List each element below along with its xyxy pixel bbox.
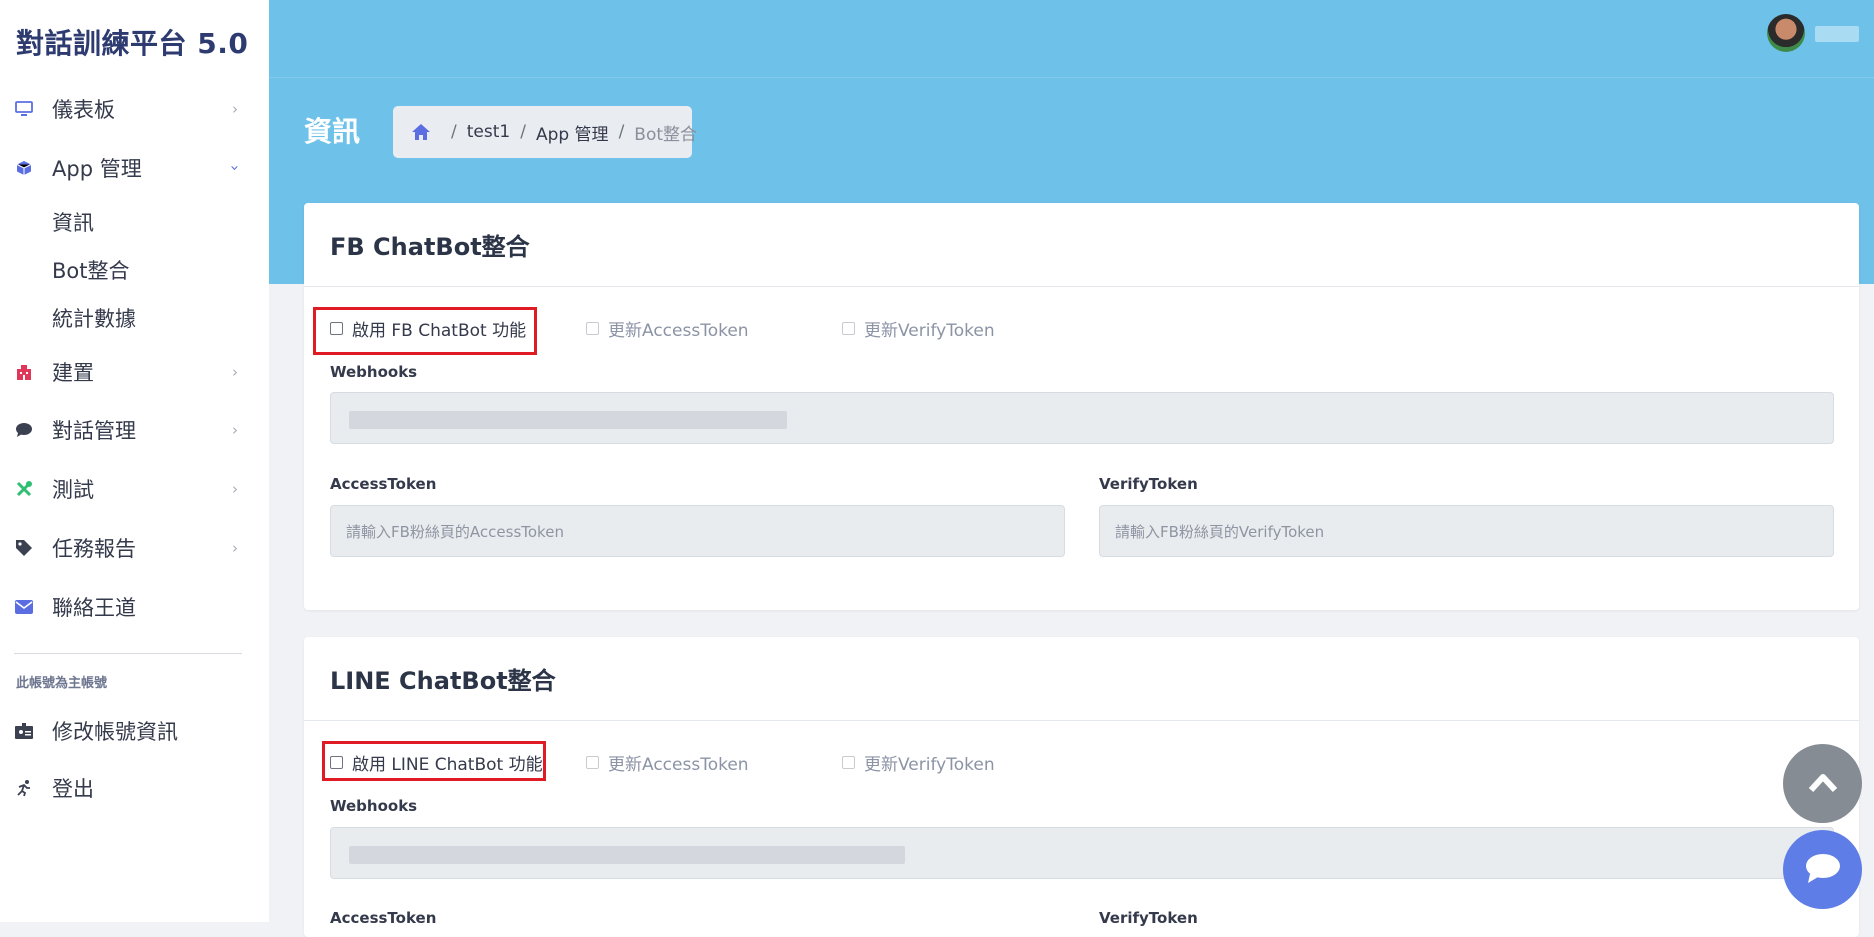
sidebar-item-dashboard[interactable]: 儀表板 › [0, 87, 269, 131]
sidebar-subitem-statistics[interactable]: 統計數據 [52, 303, 136, 333]
sidebar-item-app-management[interactable]: App 管理 › [0, 146, 269, 190]
scroll-to-top-button[interactable] [1783, 744, 1862, 823]
breadcrumb-item[interactable]: test1 [467, 122, 510, 142]
breadcrumb-separator: / [618, 122, 625, 142]
sidebar-item-logout[interactable]: 登出 [0, 766, 269, 810]
fb-chatbot-card: FB ChatBot整合 啟用 FB ChatBot 功能 更新AccessTo… [304, 203, 1859, 610]
home-icon[interactable] [411, 123, 431, 141]
breadcrumb-separator: / [451, 122, 457, 142]
sidebar-divider [14, 653, 242, 654]
fb-update-verify-token-checkbox[interactable] [842, 322, 855, 335]
chevron-right-icon: › [232, 539, 238, 557]
sidebar-item-label: 建置 [52, 361, 94, 385]
fb-verify-token-input[interactable]: 請輸入FB粉絲頁的VerifyToken [1099, 505, 1834, 557]
id-card-icon [14, 721, 34, 741]
monitor-icon [14, 99, 34, 119]
chat-button[interactable] [1783, 830, 1862, 909]
chevron-up-icon [1808, 771, 1838, 797]
redacted-value [349, 846, 905, 864]
sidebar: 對話訓練平台 5.0 儀表板 › App 管理 › 資訊 Bot整合 統計數據 … [0, 0, 269, 922]
chat-bubble-icon [1804, 852, 1842, 888]
line-enable-checkbox[interactable] [330, 756, 343, 769]
envelope-icon [14, 597, 34, 617]
checkbox-label: 啟用 LINE ChatBot 功能 [352, 755, 543, 775]
sidebar-item-label: 儀表板 [52, 98, 115, 122]
top-bar [269, 0, 1874, 78]
fb-update-access-token-row[interactable]: 更新AccessToken [586, 316, 749, 341]
access-token-label: AccessToken [330, 475, 437, 493]
running-icon [14, 778, 34, 798]
sidebar-item-build[interactable]: 建置 › [0, 350, 269, 394]
card-title: LINE ChatBot整合 [330, 667, 556, 695]
line-webhooks-field[interactable] [330, 827, 1834, 879]
checkbox-label: 更新AccessToken [608, 321, 749, 341]
line-enable-checkbox-row[interactable]: 啟用 LINE ChatBot 功能 [330, 750, 543, 775]
chevron-right-icon: › [232, 421, 238, 439]
sidebar-item-label: App 管理 [52, 157, 142, 181]
line-update-access-token-row[interactable]: 更新AccessToken [586, 750, 749, 775]
card-header: LINE ChatBot整合 [304, 637, 1859, 721]
sidebar-item-label: 聯絡王道 [52, 596, 136, 620]
chevron-right-icon: › [232, 100, 238, 118]
webhooks-label: Webhooks [330, 797, 418, 815]
checkbox-label: 更新VerifyToken [864, 755, 995, 775]
breadcrumb-separator: / [520, 122, 526, 142]
sidebar-item-label: 測試 [52, 478, 94, 502]
chevron-right-icon: › [232, 363, 238, 381]
sidebar-item-contact[interactable]: 聯絡王道 [0, 585, 269, 629]
verify-token-label: VerifyToken [1099, 909, 1198, 927]
user-name-redacted[interactable] [1815, 26, 1859, 42]
line-update-access-token-checkbox[interactable] [586, 756, 599, 769]
avatar[interactable] [1767, 14, 1805, 52]
tools-icon [14, 479, 34, 499]
sidebar-item-label: 登出 [52, 777, 94, 801]
line-update-verify-token-checkbox[interactable] [842, 756, 855, 769]
breadcrumb: / test1 / App 管理 / Bot整合 [393, 106, 697, 158]
building-icon [14, 362, 34, 382]
fb-update-access-token-checkbox[interactable] [586, 322, 599, 335]
webhooks-label: Webhooks [330, 363, 418, 381]
fb-enable-checkbox-row[interactable]: 啟用 FB ChatBot 功能 [330, 316, 526, 341]
card-title: FB ChatBot整合 [330, 233, 530, 261]
verify-token-label: VerifyToken [1099, 475, 1198, 493]
card-header: FB ChatBot整合 [304, 203, 1859, 287]
chevron-down-icon: › [226, 165, 244, 171]
sidebar-item-label: 對話管理 [52, 419, 136, 443]
sidebar-subitem-info[interactable]: 資訊 [52, 207, 94, 237]
cube-icon [14, 158, 34, 178]
fb-webhooks-field[interactable] [330, 392, 1834, 444]
chevron-right-icon: › [232, 480, 238, 498]
chat-bubble-icon [14, 420, 34, 440]
sidebar-item-task-report[interactable]: 任務報告 › [0, 526, 269, 570]
sidebar-item-dialog-management[interactable]: 對話管理 › [0, 408, 269, 452]
access-token-label: AccessToken [330, 909, 437, 927]
sidebar-item-label: 任務報告 [52, 537, 136, 561]
redacted-value [349, 411, 787, 429]
page-title: 資訊 [304, 115, 361, 148]
sidebar-item-label: 修改帳號資訊 [52, 720, 178, 744]
fb-access-token-input[interactable]: 請輸入FB粉絲頁的AccessToken [330, 505, 1065, 557]
brand-title: 對話訓練平台 5.0 [16, 27, 249, 60]
breadcrumb-current: Bot整合 [634, 124, 698, 145]
sidebar-item-test[interactable]: 測試 › [0, 467, 269, 511]
sidebar-item-edit-account[interactable]: 修改帳號資訊 [0, 709, 269, 753]
account-note: 此帳號為主帳號 [16, 676, 108, 691]
fb-update-verify-token-row[interactable]: 更新VerifyToken [842, 316, 995, 341]
line-chatbot-card: LINE ChatBot整合 啟用 LINE ChatBot 功能 更新Acce… [304, 637, 1859, 937]
fb-enable-checkbox[interactable] [330, 322, 343, 335]
tag-icon [14, 538, 34, 558]
checkbox-label: 更新VerifyToken [864, 321, 995, 341]
checkbox-label: 啟用 FB ChatBot 功能 [352, 321, 527, 341]
breadcrumb-item[interactable]: App 管理 [536, 120, 609, 145]
sidebar-subitem-bot-integration[interactable]: Bot整合 [52, 255, 130, 285]
checkbox-label: 更新AccessToken [608, 755, 749, 775]
line-update-verify-token-row[interactable]: 更新VerifyToken [842, 750, 995, 775]
